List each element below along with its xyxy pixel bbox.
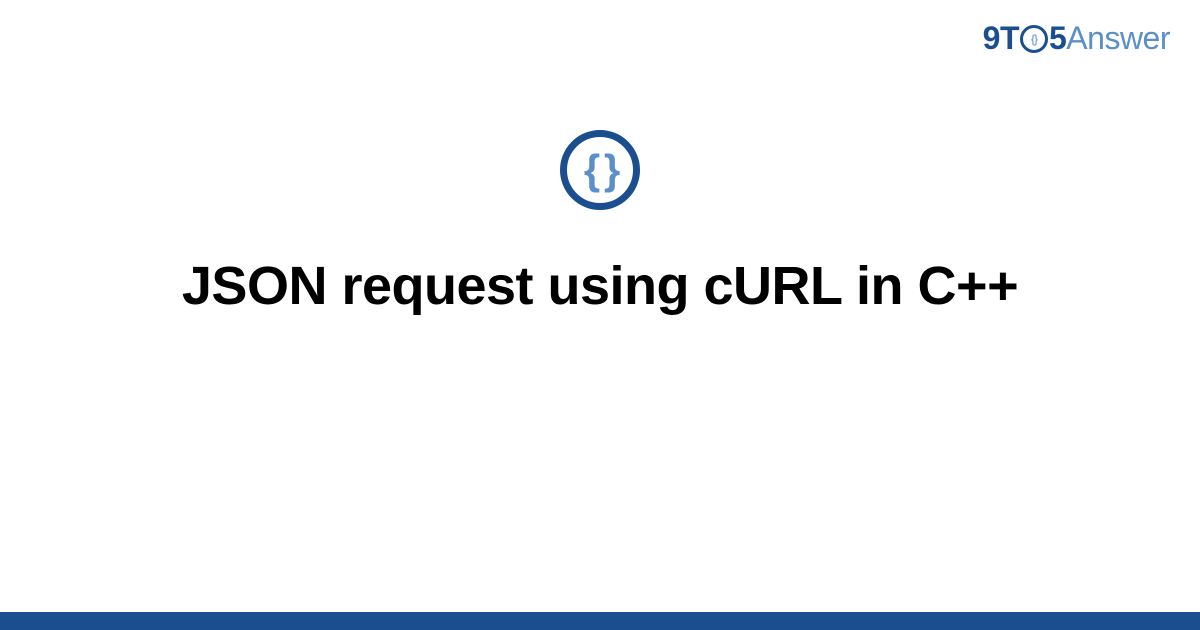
page-title: JSON request using cURL in C++ <box>182 255 1018 317</box>
json-braces-icon: { } <box>560 130 640 210</box>
footer-accent-bar <box>0 612 1200 630</box>
main-content: { } JSON request using cURL in C++ <box>0 0 1200 630</box>
json-braces-glyph: { } <box>584 146 616 194</box>
